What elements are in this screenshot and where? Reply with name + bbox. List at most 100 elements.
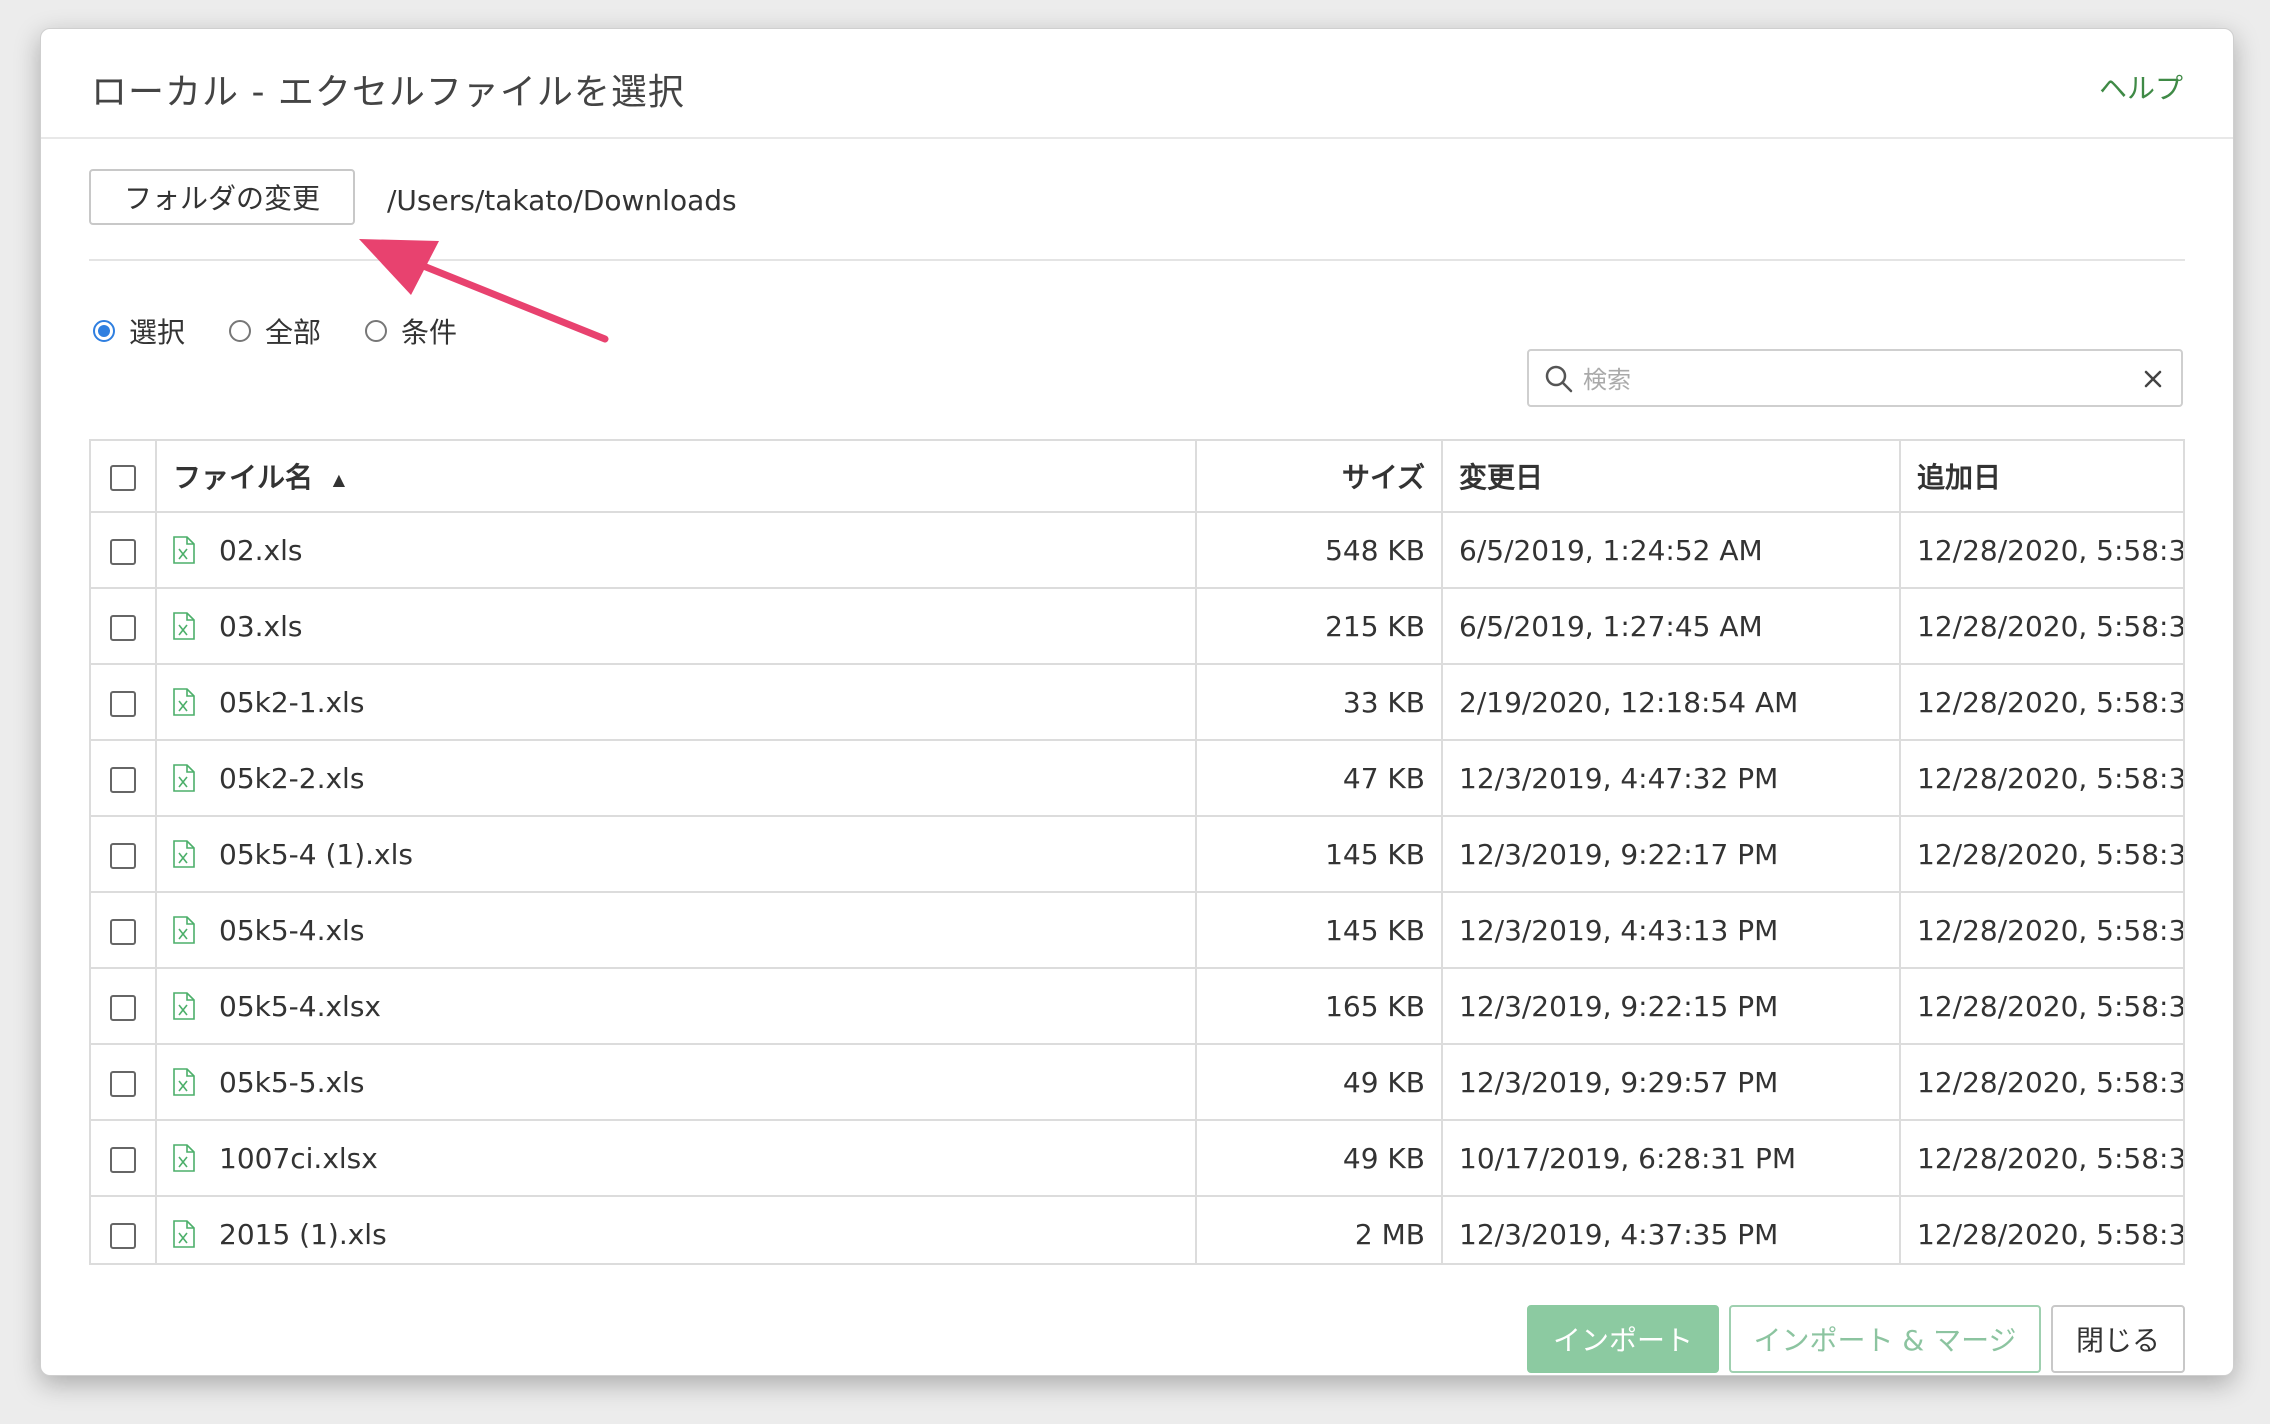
table-row[interactable]: 05k5-4 (1).xls 145 KB 12/3/2019, 9:22:17 P… [91,816,2183,893]
file-name-wrap: 05k5-4.xls [173,914,1179,947]
import-merge-button[interactable]: インポート & マージ [1729,1305,2041,1373]
table-row[interactable]: 05k5-5.xls 49 KB 12/3/2019, 9:29:57 PM 12/2… [91,1044,2183,1121]
row-checkbox[interactable] [110,918,136,945]
close-icon[interactable] [2137,363,2169,395]
import-button[interactable]: インポート [1527,1305,1719,1373]
row-select-cell [91,1120,157,1197]
file-size: 145 KB [1196,816,1443,893]
file-added: 12/28/2020, 5:58:35 PM [1900,740,2183,817]
change-folder-button[interactable]: フォルダの変更 [89,169,355,225]
file-added: 12/28/2020, 5:58:35 PM [1900,512,2183,589]
excel-file-icon [173,840,195,868]
table-row[interactable]: 1007ci.xlsx 49 KB 10/17/2019, 6:28:31 PM 12… [91,1120,2183,1197]
row-select-cell [91,512,157,589]
filter-radio-group: 選択 全部 条件 [93,311,501,351]
file-modified: 2/19/2020, 12:18:54 AM [1442,664,1901,741]
file-modified: 10/17/2019, 6:28:31 PM [1442,1120,1901,1197]
file-name: 05k5-4 (1).xls [219,837,413,871]
folder-path: /Users/takato/Downloads [387,184,737,217]
file-size: 49 KB [1196,1044,1443,1121]
file-size: 215 KB [1196,588,1443,665]
file-name-cell[interactable]: 1007ci.xlsx [156,1120,1197,1197]
header-select-all [91,441,157,513]
file-added: 12/28/2020, 5:58:35 PM [1900,1044,2183,1121]
row-checkbox[interactable] [110,842,136,869]
select-all-checkbox[interactable] [110,464,136,491]
file-modified: 12/3/2019, 4:37:35 PM [1442,1196,1901,1263]
file-name-cell[interactable]: 05k5-4.xlsx [156,968,1197,1045]
row-checkbox[interactable] [110,766,136,793]
row-checkbox[interactable] [110,1146,136,1173]
file-added: 12/28/2020, 5:58:35 PM [1900,664,2183,741]
excel-file-icon [173,916,195,944]
dialog-header: ローカル - エクセルファイルを選択 ヘルプ [41,29,2233,139]
file-name: 05k2-1.xls [219,685,365,719]
sort-ascending-icon: ▲ [332,469,346,489]
file-name-cell[interactable]: 03.xls [156,588,1197,665]
table-row[interactable]: 02.xls 548 KB 6/5/2019, 1:24:52 AM 12/28/20… [91,512,2183,589]
table-row[interactable]: 05k5-4.xls 145 KB 12/3/2019, 4:43:13 PM 12/… [91,892,2183,969]
excel-file-icon [173,764,195,792]
radio-condition[interactable]: 条件 [365,311,457,351]
file-added: 12/28/2020, 5:58:35 PM [1900,892,2183,969]
close-button[interactable]: 閉じる [2051,1305,2185,1373]
radio-button-checked[interactable] [93,320,115,342]
row-checkbox[interactable] [110,538,136,565]
file-name-wrap: 1007ci.xlsx [173,1142,1179,1175]
row-select-cell [91,892,157,969]
file-added: 12/28/2020, 5:58:35 PM [1900,816,2183,893]
file-size: 548 KB [1196,512,1443,589]
file-table: ファイル名 ▲ サイズ 変更日 追加日 02.xls 548 KB 6/5/2019… [89,439,2185,1265]
file-name-cell[interactable]: 05k5-4 (1).xls [156,816,1197,893]
file-name-wrap: 05k5-4 (1).xls [173,838,1179,871]
row-select-cell [91,664,157,741]
file-name: 05k2-2.xls [219,761,365,795]
file-name-cell[interactable]: 02.xls [156,512,1197,589]
table-row[interactable]: 05k2-2.xls 47 KB 12/3/2019, 4:47:32 PM 12/2… [91,740,2183,817]
file-name-cell[interactable]: 05k5-5.xls [156,1044,1197,1121]
row-checkbox[interactable] [110,994,136,1021]
file-added: 12/28/2020, 5:58:37 PM [1900,1196,2183,1263]
row-checkbox[interactable] [110,1070,136,1097]
excel-file-icon [173,1220,195,1248]
radio-all[interactable]: 全部 [229,311,321,351]
row-select-cell [91,816,157,893]
row-checkbox[interactable] [110,690,136,717]
help-link[interactable]: ヘルプ [2099,67,2183,107]
table-row[interactable]: 2015 (1).xls 2 MB 12/3/2019, 4:37:35 PM 12/… [91,1196,2183,1263]
file-name-wrap: 05k2-2.xls [173,762,1179,795]
file-name-wrap: 05k5-4.xlsx [173,990,1179,1023]
radio-label-condition: 条件 [401,316,458,349]
radio-button[interactable] [365,320,388,342]
file-name-cell[interactable]: 2015 (1).xls [156,1196,1197,1263]
file-modified: 12/3/2019, 9:22:17 PM [1442,816,1901,893]
file-modified: 12/3/2019, 9:22:15 PM [1442,968,1901,1045]
header-added[interactable]: 追加日 [1900,441,2183,513]
radio-button[interactable] [229,320,252,342]
file-added: 12/28/2020, 5:58:35 PM [1900,968,2183,1045]
file-name: 1007ci.xlsx [219,1141,378,1175]
row-select-cell [91,588,157,665]
file-size: 49 KB [1196,1120,1443,1197]
row-checkbox[interactable] [110,614,136,641]
excel-file-icon [173,992,195,1020]
header-size[interactable]: サイズ [1196,441,1443,513]
table-row[interactable]: 03.xls 215 KB 6/5/2019, 1:27:45 AM 12/28/20… [91,588,2183,665]
divider [89,259,2185,261]
file-name-cell[interactable]: 05k5-4.xls [156,892,1197,969]
file-name-cell[interactable]: 05k2-1.xls [156,664,1197,741]
row-checkbox[interactable] [110,1222,136,1249]
file-name-cell[interactable]: 05k2-2.xls [156,740,1197,817]
file-name: 05k5-4.xlsx [219,989,381,1023]
file-select-dialog: ローカル - エクセルファイルを選択 ヘルプ フォルダの変更 /Users/ta… [40,28,2234,1376]
header-file-name[interactable]: ファイル名 ▲ [156,441,1197,513]
search-input[interactable] [1581,359,2105,401]
file-modified: 12/3/2019, 9:29:57 PM [1442,1044,1901,1121]
radio-select[interactable]: 選択 [93,311,185,351]
table-row[interactable]: 05k2-1.xls 33 KB 2/19/2020, 12:18:54 AM 12/… [91,664,2183,741]
table-row[interactable]: 05k5-4.xlsx 165 KB 12/3/2019, 9:22:15 PM 12… [91,968,2183,1045]
row-select-cell [91,740,157,817]
file-size: 165 KB [1196,968,1443,1045]
row-select-cell [91,1044,157,1121]
header-modified[interactable]: 変更日 [1442,441,1901,513]
